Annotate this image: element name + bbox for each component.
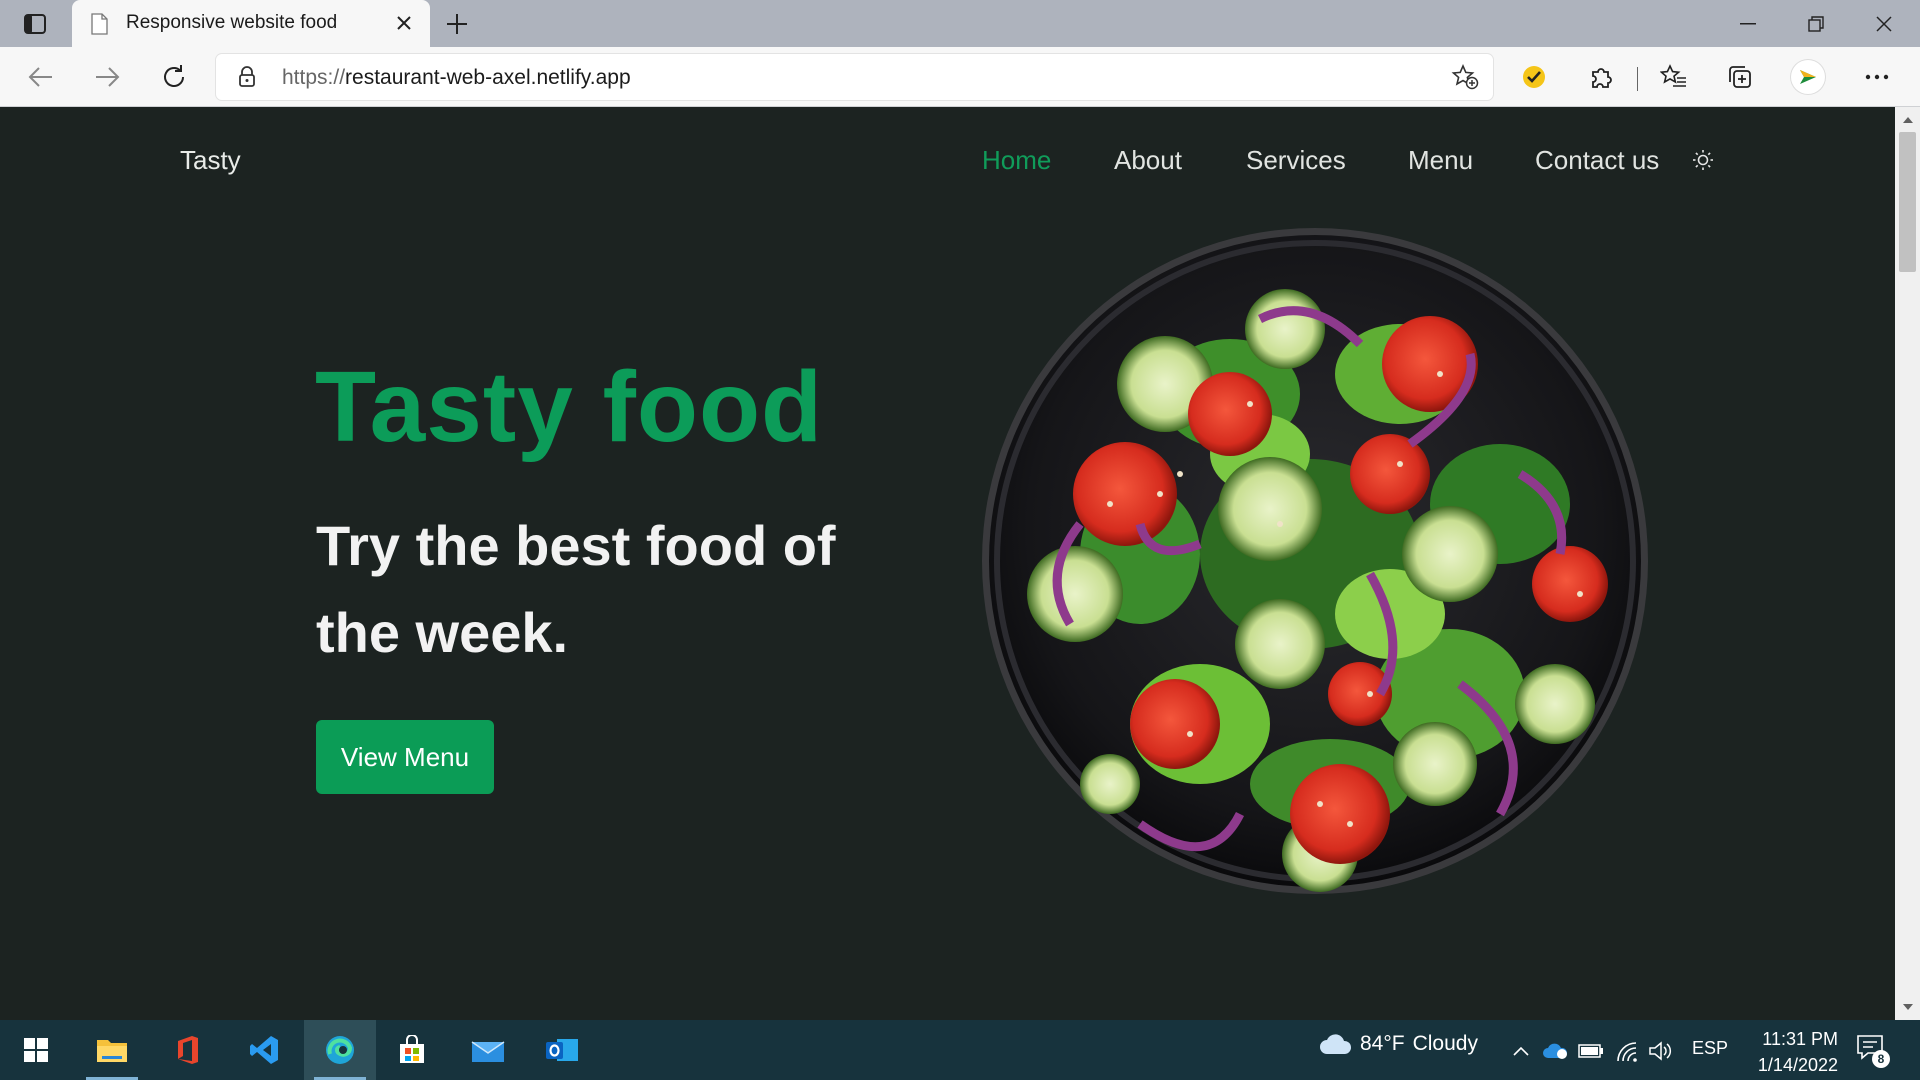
start-icon[interactable] [0, 1020, 72, 1080]
minimize-icon[interactable] [1728, 9, 1768, 39]
clock-time: 11:31 PM [1762, 1029, 1838, 1049]
collections-icon[interactable] [1723, 60, 1757, 94]
browser-tab[interactable]: Responsive website food [72, 0, 430, 47]
notifications-icon[interactable]: 8 [1856, 1034, 1890, 1068]
edge-icon[interactable] [304, 1020, 376, 1080]
add-favorite-icon[interactable] [1451, 64, 1479, 95]
mail-icon[interactable] [452, 1020, 524, 1080]
weather-condition: Cloudy [1412, 1032, 1478, 1055]
tab-actions-icon[interactable] [18, 10, 52, 38]
salad-bowl-image [982, 228, 1648, 894]
page-scrollbar[interactable] [1895, 107, 1920, 1020]
browser-toolbar: https://restaurant-web-axel.netlify.app [0, 47, 1920, 107]
nav-link-menu[interactable]: Menu [1408, 145, 1473, 176]
volume-icon[interactable] [1648, 1038, 1674, 1064]
web-page: Tasty Home About Services Menu Contact u… [0, 107, 1895, 1020]
close-tab-icon[interactable] [392, 11, 416, 35]
vscode-icon[interactable] [228, 1020, 300, 1080]
nav-link-about[interactable]: About [1114, 145, 1182, 176]
onedrive-icon[interactable] [1542, 1038, 1568, 1064]
hero-subtitle: Try the best food of the week. [316, 514, 836, 664]
wifi-icon[interactable] [1614, 1038, 1640, 1064]
theme-toggle-sun-icon[interactable] [1690, 147, 1716, 173]
address-bar[interactable]: https://restaurant-web-axel.netlify.app [216, 54, 1493, 100]
browser-tab-bar: Responsive website food [0, 0, 1920, 47]
tab-title: Responsive website food [126, 12, 338, 33]
view-menu-button[interactable]: View Menu [316, 720, 494, 794]
extension-check-icon[interactable] [1517, 60, 1551, 94]
page-favicon-icon [90, 13, 108, 40]
profile-avatar[interactable] [1791, 60, 1825, 94]
favorites-icon[interactable] [1657, 60, 1691, 94]
lock-icon[interactable] [238, 66, 256, 93]
back-icon[interactable] [24, 60, 58, 94]
restore-icon[interactable] [1796, 9, 1836, 39]
forward-icon[interactable] [90, 60, 124, 94]
url-scheme: https:// [282, 66, 346, 89]
weather-temp: 84°F [1360, 1032, 1405, 1055]
site-logo[interactable]: Tasty [180, 145, 241, 176]
windows-taskbar: 84°F Cloudy ESP 11:31 PM 1/14/2022 8 [0, 1020, 1920, 1080]
scroll-up-icon[interactable] [1895, 111, 1920, 129]
nav-link-contact[interactable]: Contact us [1535, 145, 1659, 176]
toolbar-divider [1637, 67, 1638, 91]
scroll-down-icon[interactable] [1895, 998, 1920, 1016]
system-clock[interactable]: 11:31 PM 1/14/2022 [1738, 1026, 1838, 1078]
hero-title: Tasty food [315, 351, 824, 463]
nav-link-home[interactable]: Home [982, 145, 1051, 176]
weather-widget[interactable]: 84°F Cloudy [1318, 1032, 1478, 1056]
url-text[interactable]: https://restaurant-web-axel.netlify.app [282, 66, 631, 90]
scroll-thumb[interactable] [1899, 132, 1916, 272]
extensions-icon[interactable] [1584, 60, 1618, 94]
battery-icon[interactable] [1578, 1038, 1604, 1064]
close-window-icon[interactable] [1864, 9, 1904, 39]
show-hidden-icons-chevron-icon[interactable] [1508, 1038, 1534, 1064]
store-icon[interactable] [376, 1020, 448, 1080]
input-language[interactable]: ESP [1692, 1038, 1728, 1059]
url-host: restaurant-web-axel.netlify.app [345, 66, 631, 89]
cloudy-icon [1320, 1034, 1352, 1054]
notification-count-badge: 8 [1872, 1050, 1890, 1068]
more-options-icon[interactable] [1860, 60, 1894, 94]
office-icon[interactable] [152, 1020, 224, 1080]
clock-date: 1/14/2022 [1757, 1055, 1838, 1075]
nav-link-services[interactable]: Services [1246, 145, 1346, 176]
refresh-icon[interactable] [157, 60, 191, 94]
new-tab-button[interactable] [442, 9, 472, 39]
file-explorer-icon[interactable] [76, 1020, 148, 1080]
outlook-icon[interactable] [526, 1020, 598, 1080]
